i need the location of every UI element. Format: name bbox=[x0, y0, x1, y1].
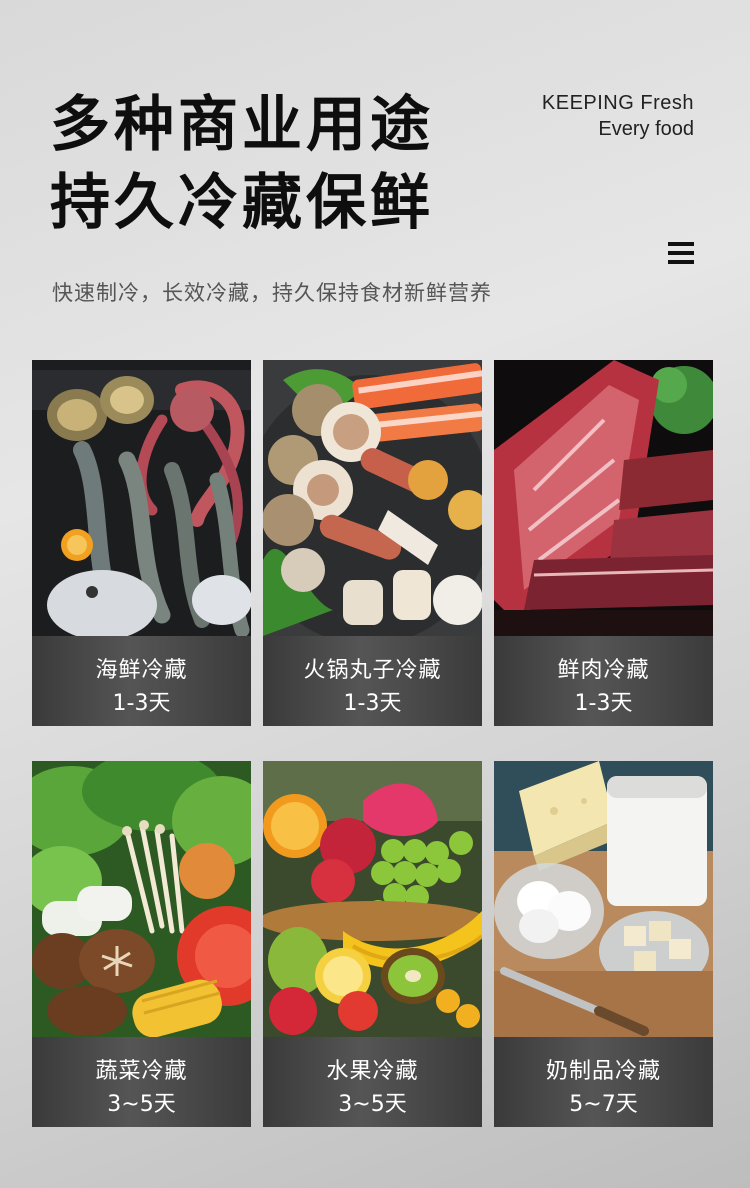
subtitle: 快速制冷，长效冷藏，持久保持食材新鲜营养 bbox=[52, 281, 492, 305]
card-hotpot-balls[interactable]: 火锅丸子冷藏 1-3天 bbox=[263, 360, 482, 726]
card-vegetables-label: 蔬菜冷藏 3~5天 bbox=[32, 1037, 251, 1127]
dairy-photo bbox=[494, 761, 713, 1037]
card-hotpot-balls-label: 火锅丸子冷藏 1-3天 bbox=[263, 636, 482, 726]
fresh-meat-photo bbox=[494, 360, 713, 636]
fruit-photo bbox=[263, 761, 482, 1037]
card-seafood-label: 海鲜冷藏 1-3天 bbox=[32, 636, 251, 726]
card-fresh-meat[interactable]: 鲜肉冷藏 1-3天 bbox=[494, 360, 713, 726]
card-days: 1-3天 bbox=[574, 691, 633, 716]
card-fruit[interactable]: 水果冷藏 3~5天 bbox=[263, 761, 482, 1127]
card-seafood[interactable]: 海鲜冷藏 1-3天 bbox=[32, 360, 251, 726]
title-line-2: 持久冷藏保鲜 bbox=[50, 168, 434, 238]
card-days: 1-3天 bbox=[343, 691, 402, 716]
card-days: 1-3天 bbox=[112, 691, 171, 716]
card-name: 水果冷藏 bbox=[326, 1059, 419, 1084]
card-days: 5~7天 bbox=[569, 1092, 638, 1117]
seafood-photo bbox=[32, 360, 251, 636]
card-name: 火锅丸子冷藏 bbox=[303, 658, 442, 683]
card-dairy[interactable]: 奶制品冷藏 5~7天 bbox=[494, 761, 713, 1127]
hotpot-balls-photo bbox=[263, 360, 482, 636]
card-days: 3~5天 bbox=[107, 1092, 176, 1117]
card-dairy-label: 奶制品冷藏 5~7天 bbox=[494, 1037, 713, 1127]
card-days: 3~5天 bbox=[338, 1092, 407, 1117]
card-name: 海鲜冷藏 bbox=[95, 658, 188, 683]
card-fruit-label: 水果冷藏 3~5天 bbox=[263, 1037, 482, 1127]
card-fresh-meat-label: 鲜肉冷藏 1-3天 bbox=[494, 636, 713, 726]
title-line-1: 多种商业用途 bbox=[50, 90, 434, 160]
brand-line-2: Every food bbox=[598, 118, 694, 140]
vegetables-photo bbox=[32, 761, 251, 1037]
card-name: 鲜肉冷藏 bbox=[557, 658, 650, 683]
card-vegetables[interactable]: 蔬菜冷藏 3~5天 bbox=[32, 761, 251, 1127]
menu-icon[interactable] bbox=[668, 240, 694, 266]
brand-line-1: KEEPING Fresh bbox=[541, 92, 694, 114]
brand-tagline: KEEPING Fresh Every food bbox=[542, 90, 694, 142]
card-name: 蔬菜冷藏 bbox=[95, 1059, 188, 1084]
card-name: 奶制品冷藏 bbox=[545, 1059, 661, 1084]
